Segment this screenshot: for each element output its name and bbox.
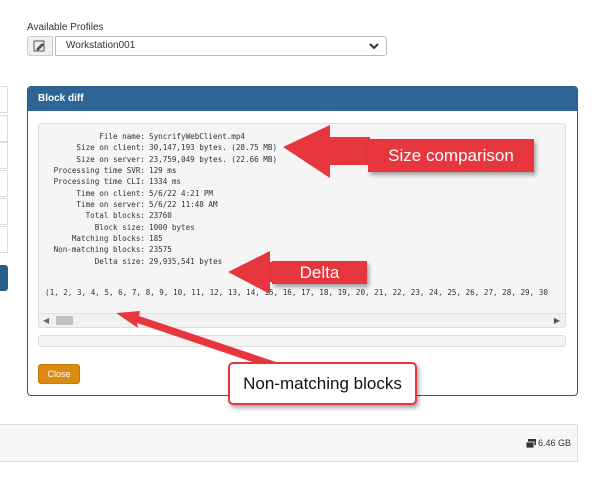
delta-callout: Delta: [272, 261, 367, 284]
non-matching-blocks-callout: Non-matching blocks: [228, 362, 417, 405]
size-comparison-callout: Size comparison: [368, 139, 534, 172]
size-arrow: [283, 125, 370, 178]
annotation-arrows: [116, 125, 370, 372]
